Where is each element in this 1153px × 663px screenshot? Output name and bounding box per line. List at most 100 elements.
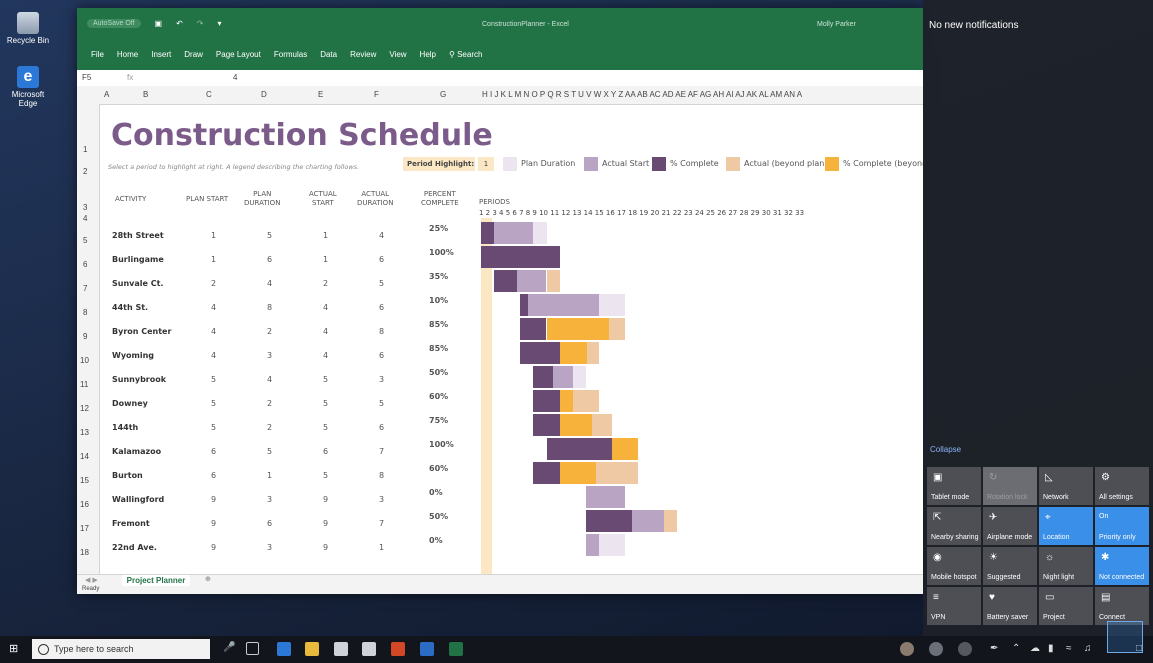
actual-start-value[interactable]: 4 <box>323 351 328 360</box>
quick-action-tile[interactable]: ◉ Mobile hotspot <box>927 547 981 585</box>
plan-start-value[interactable]: 6 <box>211 447 216 456</box>
quick-action-tile[interactable]: ♥ Battery saver <box>983 587 1037 625</box>
redo-icon[interactable]: ↷ <box>197 19 204 28</box>
row-header[interactable]: 2 <box>83 167 87 176</box>
actual-start-value[interactable]: 4 <box>323 327 328 336</box>
actual-start-value[interactable]: 5 <box>323 423 328 432</box>
actual-duration-value[interactable]: 6 <box>379 423 384 432</box>
activity-name[interactable]: Sunvale Ct. <box>112 279 163 288</box>
actual-start-value[interactable]: 5 <box>323 399 328 408</box>
plan-duration-value[interactable]: 3 <box>267 495 272 504</box>
customize-qat-icon[interactable]: ▾ <box>218 19 222 28</box>
percent-complete-value[interactable]: 60% <box>429 464 448 473</box>
actual-start-value[interactable]: 4 <box>323 303 328 312</box>
actual-duration-value[interactable]: 5 <box>379 399 384 408</box>
percent-complete-value[interactable]: 85% <box>429 344 448 353</box>
row-header[interactable]: 7 <box>83 284 87 293</box>
quick-action-tile[interactable]: ☀ Suggested <box>983 547 1037 585</box>
fx-icon[interactable]: fx <box>127 73 133 82</box>
percent-complete-value[interactable]: 10% <box>429 296 448 305</box>
period-highlight-input[interactable]: 1 <box>478 157 494 171</box>
ribbon-search[interactable]: ⚲ Search <box>449 50 482 59</box>
edge-taskbar-icon[interactable] <box>277 642 291 656</box>
plan-start-value[interactable]: 9 <box>211 543 216 552</box>
actual-duration-value[interactable]: 7 <box>379 519 384 528</box>
save-icon[interactable]: ▣ <box>155 19 163 28</box>
worksheet-grid[interactable]: Construction Schedule Select a period to… <box>99 104 923 574</box>
actual-duration-value[interactable]: 5 <box>379 279 384 288</box>
quick-action-tile[interactable]: ↻ Rotation lock <box>983 467 1037 505</box>
column-header[interactable]: G <box>440 90 446 99</box>
tab-view[interactable]: View <box>389 50 406 59</box>
activity-name[interactable]: Kalamazoo <box>112 447 161 456</box>
row-header[interactable]: 12 <box>80 404 89 413</box>
recycle-bin-shortcut[interactable]: Recycle Bin <box>4 12 52 45</box>
plan-duration-value[interactable]: 3 <box>267 351 272 360</box>
edge-shortcut[interactable]: e Microsoft Edge <box>4 66 52 108</box>
quick-action-tile[interactable]: ☾OnPriority only <box>1095 507 1149 545</box>
start-button[interactable]: ⊞ <box>9 642 18 655</box>
percent-complete-value[interactable]: 100% <box>429 440 454 449</box>
quick-action-tile[interactable]: ⚙ All settings <box>1095 467 1149 505</box>
sheet-scroll-arrows[interactable]: ◀ ▶ <box>85 576 98 584</box>
tab-review[interactable]: Review <box>350 50 376 59</box>
excel-taskbar-icon[interactable] <box>449 642 463 656</box>
task-view-icon[interactable] <box>246 642 259 655</box>
percent-complete-value[interactable]: 60% <box>429 392 448 401</box>
row-header[interactable]: 5 <box>83 236 87 245</box>
plan-start-value[interactable]: 5 <box>211 423 216 432</box>
activity-name[interactable]: Fremont <box>112 519 150 528</box>
actual-duration-value[interactable]: 1 <box>379 543 384 552</box>
formula-input[interactable]: 4 <box>233 73 237 82</box>
add-sheet-icon[interactable]: ⊕ <box>205 575 211 583</box>
tab-formulas[interactable]: Formulas <box>274 50 307 59</box>
quick-action-tile[interactable]: ▣ Tablet mode <box>927 467 981 505</box>
actual-duration-value[interactable]: 7 <box>379 447 384 456</box>
powerpoint-icon[interactable] <box>391 642 405 656</box>
quick-action-tile[interactable]: ≡ VPN <box>927 587 981 625</box>
actual-duration-value[interactable]: 8 <box>379 471 384 480</box>
plan-start-value[interactable]: 4 <box>211 327 216 336</box>
row-header[interactable]: 9 <box>83 332 87 341</box>
mail-icon[interactable] <box>362 642 376 656</box>
cloud-icon[interactable]: ☁ <box>1030 643 1040 654</box>
actual-start-value[interactable]: 6 <box>323 447 328 456</box>
autosave-toggle[interactable]: AutoSave Off <box>87 19 141 28</box>
plan-start-value[interactable]: 4 <box>211 303 216 312</box>
outlook-icon[interactable] <box>420 642 434 656</box>
tab-insert[interactable]: Insert <box>151 50 171 59</box>
column-header[interactable]: A <box>104 90 109 99</box>
row-header[interactable]: 1 <box>83 145 87 154</box>
plan-duration-value[interactable]: 1 <box>267 471 272 480</box>
column-header[interactable]: C <box>206 90 212 99</box>
actual-start-value[interactable]: 9 <box>323 543 328 552</box>
plan-duration-value[interactable]: 8 <box>267 303 272 312</box>
store-icon[interactable] <box>334 642 348 656</box>
row-header[interactable]: 10 <box>80 356 89 365</box>
tab-home[interactable]: Home <box>117 50 138 59</box>
avatar-icon[interactable] <box>900 642 914 656</box>
activity-name[interactable]: Sunnybrook <box>112 375 166 384</box>
row-header[interactable]: 8 <box>83 308 87 317</box>
row-header[interactable]: 16 <box>80 500 89 509</box>
activity-name[interactable]: Wallingford <box>112 495 164 504</box>
quick-action-tile[interactable]: ▤ Connect <box>1095 587 1149 625</box>
percent-complete-value[interactable]: 25% <box>429 224 448 233</box>
user-name[interactable]: Molly Parker <box>817 21 856 28</box>
plan-start-value[interactable]: 5 <box>211 399 216 408</box>
row-header[interactable]: 3 <box>83 203 87 212</box>
quick-action-tile[interactable]: ✱ Not connected <box>1095 547 1149 585</box>
plan-start-value[interactable]: 1 <box>211 255 216 264</box>
percent-complete-value[interactable]: 50% <box>429 368 448 377</box>
actual-duration-value[interactable]: 6 <box>379 255 384 264</box>
plan-duration-value[interactable]: 4 <box>267 375 272 384</box>
microphone-icon[interactable]: 🎤 <box>223 642 237 656</box>
activity-name[interactable]: 144th <box>112 423 138 432</box>
quick-action-tile[interactable]: ✈ Airplane mode <box>983 507 1037 545</box>
wifi-icon[interactable]: ≈ <box>1066 643 1072 654</box>
quick-action-tile[interactable]: ⌖ Location <box>1039 507 1093 545</box>
actual-duration-value[interactable]: 6 <box>379 351 384 360</box>
activity-name[interactable]: Downey <box>112 399 148 408</box>
tab-draw[interactable]: Draw <box>184 50 203 59</box>
actual-duration-value[interactable]: 3 <box>379 495 384 504</box>
